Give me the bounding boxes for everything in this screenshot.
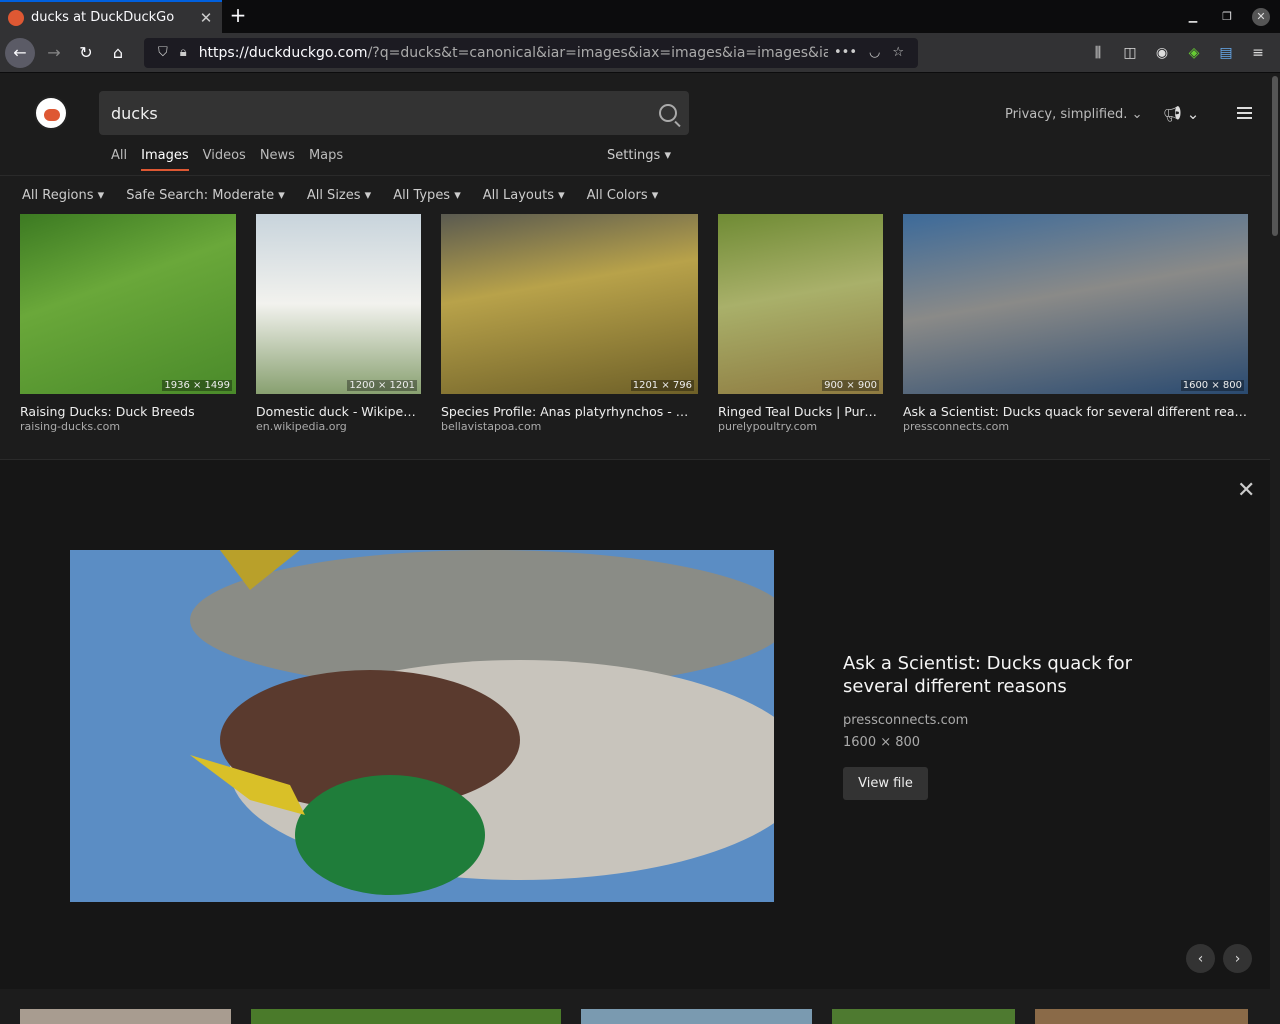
result-image[interactable]: 900 × 900	[718, 214, 883, 394]
minimize-icon[interactable]: ▁	[1176, 10, 1210, 23]
image-detail-panel: ✕ Ask a Scientist: Ducks quack for sever…	[0, 459, 1280, 989]
window-controls: ▁ ❐ ✕	[1176, 0, 1280, 33]
result-caption[interactable]: Ringed Teal Ducks | Purely... purelypoult…	[718, 404, 883, 433]
page-actions-icon[interactable]: •••	[834, 45, 857, 60]
menu-icon[interactable]: ≡	[1242, 45, 1274, 61]
tab-close-icon[interactable]: ✕	[198, 9, 214, 27]
forward-arrow-icon[interactable]: →	[38, 37, 70, 69]
restore-icon[interactable]: ❐	[1210, 10, 1244, 23]
close-icon[interactable]: ✕	[1237, 478, 1255, 503]
result-image[interactable]: 1600 × 800	[903, 214, 1248, 394]
detail-image[interactable]	[70, 550, 774, 902]
megaphone-icon[interactable]: 📢︎ ⌄	[1163, 105, 1199, 123]
filter-safe-search[interactable]: Safe Search: Moderate ▾	[126, 188, 285, 203]
result-caption[interactable]: Domestic duck - Wikipedia en.wikipedia.or…	[256, 404, 421, 433]
filter-bar: All Regions ▾ Safe Search: Moderate ▾ Al…	[0, 176, 1280, 214]
new-tab-icon[interactable]: +	[222, 0, 254, 33]
browser-tab[interactable]: ducks at DuckDuckGo ✕	[0, 0, 222, 33]
result-image[interactable]: 1936 × 1499	[20, 214, 236, 394]
result-image[interactable]	[20, 1009, 231, 1024]
back-arrow-icon[interactable]: ←	[5, 37, 35, 68]
result-image[interactable]	[1035, 1009, 1248, 1024]
previous-arrow-icon[interactable]: ‹	[1186, 944, 1215, 973]
next-arrow-icon[interactable]: ›	[1223, 944, 1252, 973]
result-image[interactable]	[581, 1009, 812, 1024]
more-results-row	[0, 1009, 1280, 1024]
view-file-button[interactable]: View file	[843, 767, 928, 800]
url-bar[interactable]: ⛉ 🔒︎ https://duckduckgo.com/?q=ducks&t=c…	[144, 37, 918, 68]
settings-dropdown[interactable]: Settings ▾	[607, 148, 671, 163]
result-caption[interactable]: Raising Ducks: Duck Breeds raising-ducks.…	[20, 404, 236, 433]
reload-icon[interactable]: ↻	[70, 37, 102, 69]
window-close-icon[interactable]: ✕	[1252, 7, 1270, 26]
ddg-header: Privacy, simplified. ⌄ 📢︎ ⌄ All Images V…	[0, 73, 1280, 176]
filter-types[interactable]: All Types ▾	[393, 188, 461, 203]
tab-news[interactable]: News	[260, 148, 295, 171]
search-box	[99, 91, 689, 135]
filter-sizes[interactable]: All Sizes ▾	[307, 188, 371, 203]
shield-icon[interactable]: ⛉	[158, 45, 168, 60]
image-results-grid: 1936 × 1499 Raising Ducks: Duck Breeds ra…	[0, 214, 1280, 433]
result-image[interactable]	[251, 1009, 561, 1024]
navigation-toolbar: ← → ↻ ⌂ ⛉ 🔒︎ https://duckduckgo.com/?q=d…	[0, 33, 1280, 73]
detail-dimensions: 1600 × 800	[843, 735, 921, 750]
pocket-icon[interactable]: ◡	[869, 45, 880, 60]
home-icon[interactable]: ⌂	[102, 37, 134, 69]
url-text[interactable]: https://duckduckgo.com/?q=ducks&t=canoni…	[199, 45, 828, 61]
result-image[interactable]: 1201 × 796	[441, 214, 698, 394]
result-caption[interactable]: Species Profile: Anas platyrhynchos - Ma…	[441, 404, 698, 433]
account-icon[interactable]: ◉	[1146, 45, 1178, 61]
search-icon[interactable]	[659, 104, 677, 122]
filter-regions[interactable]: All Regions ▾	[22, 188, 104, 203]
tab-title: ducks at DuckDuckGo	[31, 10, 175, 25]
result-caption[interactable]: Ask a Scientist: Ducks quack for several…	[903, 404, 1248, 433]
filter-layouts[interactable]: All Layouts ▾	[483, 188, 565, 203]
tab-images[interactable]: Images	[141, 148, 189, 171]
result-image[interactable]	[832, 1009, 1015, 1024]
sidebar-icon[interactable]: ◫	[1114, 45, 1146, 61]
search-input[interactable]	[111, 103, 659, 123]
browser-tab-strip: ducks at DuckDuckGo ✕ + ▁ ❐ ✕	[0, 0, 1280, 33]
result-image[interactable]: 1200 × 1201	[256, 214, 421, 394]
detail-source[interactable]: pressconnects.com	[843, 713, 968, 728]
extension-2-icon[interactable]: ▤	[1210, 45, 1242, 61]
tab-all[interactable]: All	[111, 148, 127, 171]
search-tabs: All Images Videos News Maps	[111, 148, 343, 171]
detail-title[interactable]: Ask a Scientist: Ducks quack for several…	[843, 652, 1203, 698]
lock-icon[interactable]: 🔒︎	[180, 45, 187, 60]
extension-icon[interactable]: ◈	[1178, 45, 1210, 61]
tab-maps[interactable]: Maps	[309, 148, 343, 171]
tagline-dropdown[interactable]: Privacy, simplified. ⌄	[1005, 107, 1142, 122]
scrollbar-thumb[interactable]	[1272, 76, 1278, 236]
toolbar-right: ⫼ ◫ ◉ ◈ ▤ ≡	[1082, 45, 1274, 61]
hamburger-menu-icon[interactable]	[1237, 107, 1252, 122]
bookmark-star-icon[interactable]: ☆	[892, 45, 904, 60]
library-icon[interactable]: ⫼	[1082, 45, 1114, 61]
duckduckgo-favicon-icon	[8, 9, 24, 26]
scrollbar[interactable]	[1270, 74, 1280, 1024]
filter-colors[interactable]: All Colors ▾	[587, 188, 659, 203]
duckduckgo-logo[interactable]	[34, 96, 68, 130]
tab-videos[interactable]: Videos	[203, 148, 246, 171]
